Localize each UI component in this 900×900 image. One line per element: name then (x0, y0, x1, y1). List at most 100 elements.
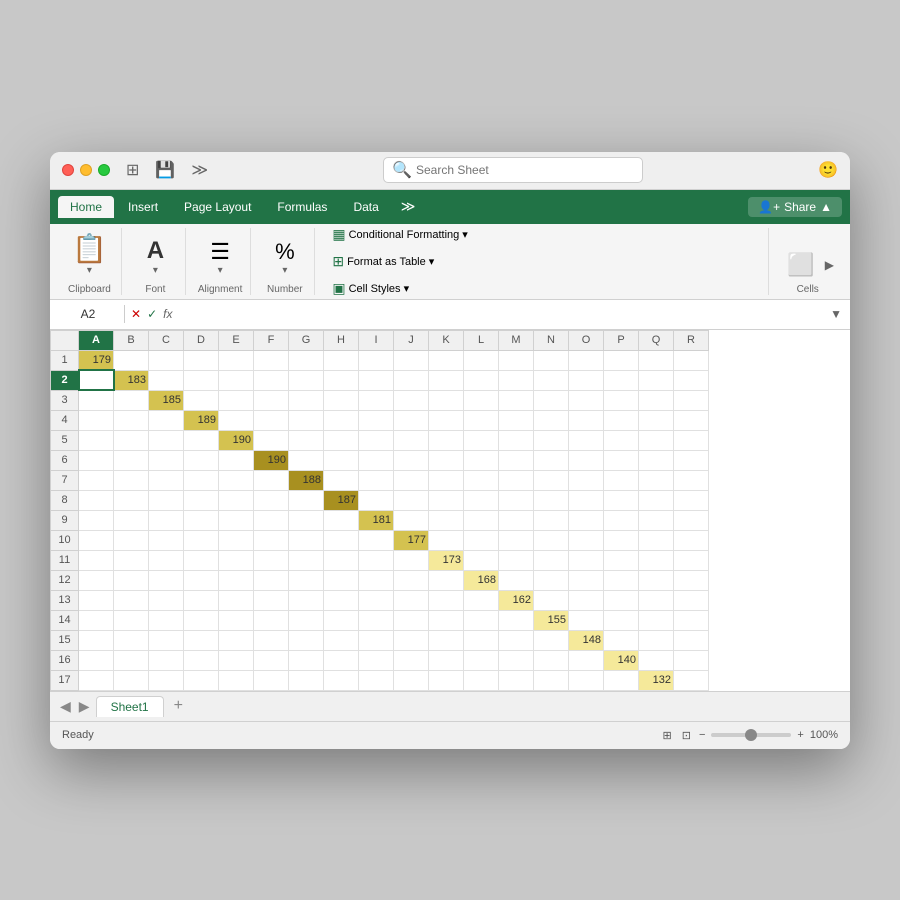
cell-C15[interactable] (149, 630, 184, 650)
cell-P2[interactable] (604, 370, 639, 390)
cell-C11[interactable] (149, 550, 184, 570)
cell-A6[interactable] (79, 450, 114, 470)
cell-E11[interactable] (219, 550, 254, 570)
cell-C5[interactable] (149, 430, 184, 450)
cell-C4[interactable] (149, 410, 184, 430)
cell-L16[interactable] (464, 650, 499, 670)
cell-B7[interactable] (114, 470, 149, 490)
cell-J6[interactable] (394, 450, 429, 470)
cell-O5[interactable] (569, 430, 604, 450)
cell-M2[interactable] (499, 370, 534, 390)
cell-R9[interactable] (674, 510, 709, 530)
row-header-15[interactable]: 15 (51, 630, 79, 650)
cell-G9[interactable] (289, 510, 324, 530)
cell-H5[interactable] (324, 430, 359, 450)
cell-O7[interactable] (569, 470, 604, 490)
formula-cancel-icon[interactable]: ✕ (131, 307, 141, 321)
cell-L6[interactable] (464, 450, 499, 470)
cell-N9[interactable] (534, 510, 569, 530)
cell-N13[interactable] (534, 590, 569, 610)
cell-M17[interactable] (499, 670, 534, 690)
cell-J16[interactable] (394, 650, 429, 670)
cell-F4[interactable] (254, 410, 289, 430)
cell-H4[interactable] (324, 410, 359, 430)
cell-I11[interactable] (359, 550, 394, 570)
row-header-17[interactable]: 17 (51, 670, 79, 690)
cell-B4[interactable] (114, 410, 149, 430)
col-header-P[interactable]: P (604, 330, 639, 350)
cell-E9[interactable] (219, 510, 254, 530)
cell-D16[interactable] (184, 650, 219, 670)
cell-F14[interactable] (254, 610, 289, 630)
cell-C6[interactable] (149, 450, 184, 470)
cell-P17[interactable] (604, 670, 639, 690)
cell-O13[interactable] (569, 590, 604, 610)
cell-N11[interactable] (534, 550, 569, 570)
col-header-J[interactable]: J (394, 330, 429, 350)
cell-L9[interactable] (464, 510, 499, 530)
cell-L2[interactable] (464, 370, 499, 390)
cells-button[interactable]: ⬜ (781, 250, 820, 280)
cell-I5[interactable] (359, 430, 394, 450)
cells-expand-icon[interactable]: ▶ (825, 258, 834, 272)
cell-M13[interactable]: 162 (499, 590, 534, 610)
cell-D7[interactable] (184, 470, 219, 490)
cell-I7[interactable] (359, 470, 394, 490)
zoom-in-icon[interactable]: + (797, 729, 803, 741)
cell-B15[interactable] (114, 630, 149, 650)
cell-C9[interactable] (149, 510, 184, 530)
cell-B5[interactable] (114, 430, 149, 450)
cell-K17[interactable] (429, 670, 464, 690)
cell-J10[interactable]: 177 (394, 530, 429, 550)
cell-D13[interactable] (184, 590, 219, 610)
cell-A9[interactable] (79, 510, 114, 530)
cell-N1[interactable] (534, 350, 569, 370)
cell-A4[interactable] (79, 410, 114, 430)
cell-K8[interactable] (429, 490, 464, 510)
cell-N6[interactable] (534, 450, 569, 470)
cell-H7[interactable] (324, 470, 359, 490)
cell-O4[interactable] (569, 410, 604, 430)
share-button[interactable]: 👤+ Share ▲ (748, 197, 842, 217)
cell-M15[interactable] (499, 630, 534, 650)
cell-O2[interactable] (569, 370, 604, 390)
cell-Q4[interactable] (639, 410, 674, 430)
cell-R14[interactable] (674, 610, 709, 630)
cell-N10[interactable] (534, 530, 569, 550)
row-header-16[interactable]: 16 (51, 650, 79, 670)
cell-E12[interactable] (219, 570, 254, 590)
cell-Q16[interactable] (639, 650, 674, 670)
cell-O10[interactable] (569, 530, 604, 550)
cell-H8[interactable]: 187 (324, 490, 359, 510)
cell-O12[interactable] (569, 570, 604, 590)
cell-B6[interactable] (114, 450, 149, 470)
cell-E13[interactable] (219, 590, 254, 610)
cell-D10[interactable] (184, 530, 219, 550)
cell-O11[interactable] (569, 550, 604, 570)
cell-R8[interactable] (674, 490, 709, 510)
cell-F17[interactable] (254, 670, 289, 690)
cell-G5[interactable] (289, 430, 324, 450)
cell-H12[interactable] (324, 570, 359, 590)
cell-O3[interactable] (569, 390, 604, 410)
cell-Q7[interactable] (639, 470, 674, 490)
cell-B11[interactable] (114, 550, 149, 570)
cell-E6[interactable] (219, 450, 254, 470)
cell-Q12[interactable] (639, 570, 674, 590)
cell-C1[interactable] (149, 350, 184, 370)
close-button[interactable] (62, 164, 74, 176)
cell-G1[interactable] (289, 350, 324, 370)
corner-header[interactable] (51, 330, 79, 350)
cell-N17[interactable] (534, 670, 569, 690)
cell-G14[interactable] (289, 610, 324, 630)
cell-I9[interactable]: 181 (359, 510, 394, 530)
cell-L13[interactable] (464, 590, 499, 610)
cell-E10[interactable] (219, 530, 254, 550)
cell-O6[interactable] (569, 450, 604, 470)
cell-N14[interactable]: 155 (534, 610, 569, 630)
cell-B10[interactable] (114, 530, 149, 550)
cell-R4[interactable] (674, 410, 709, 430)
cell-A5[interactable] (79, 430, 114, 450)
cell-G6[interactable] (289, 450, 324, 470)
cell-P9[interactable] (604, 510, 639, 530)
